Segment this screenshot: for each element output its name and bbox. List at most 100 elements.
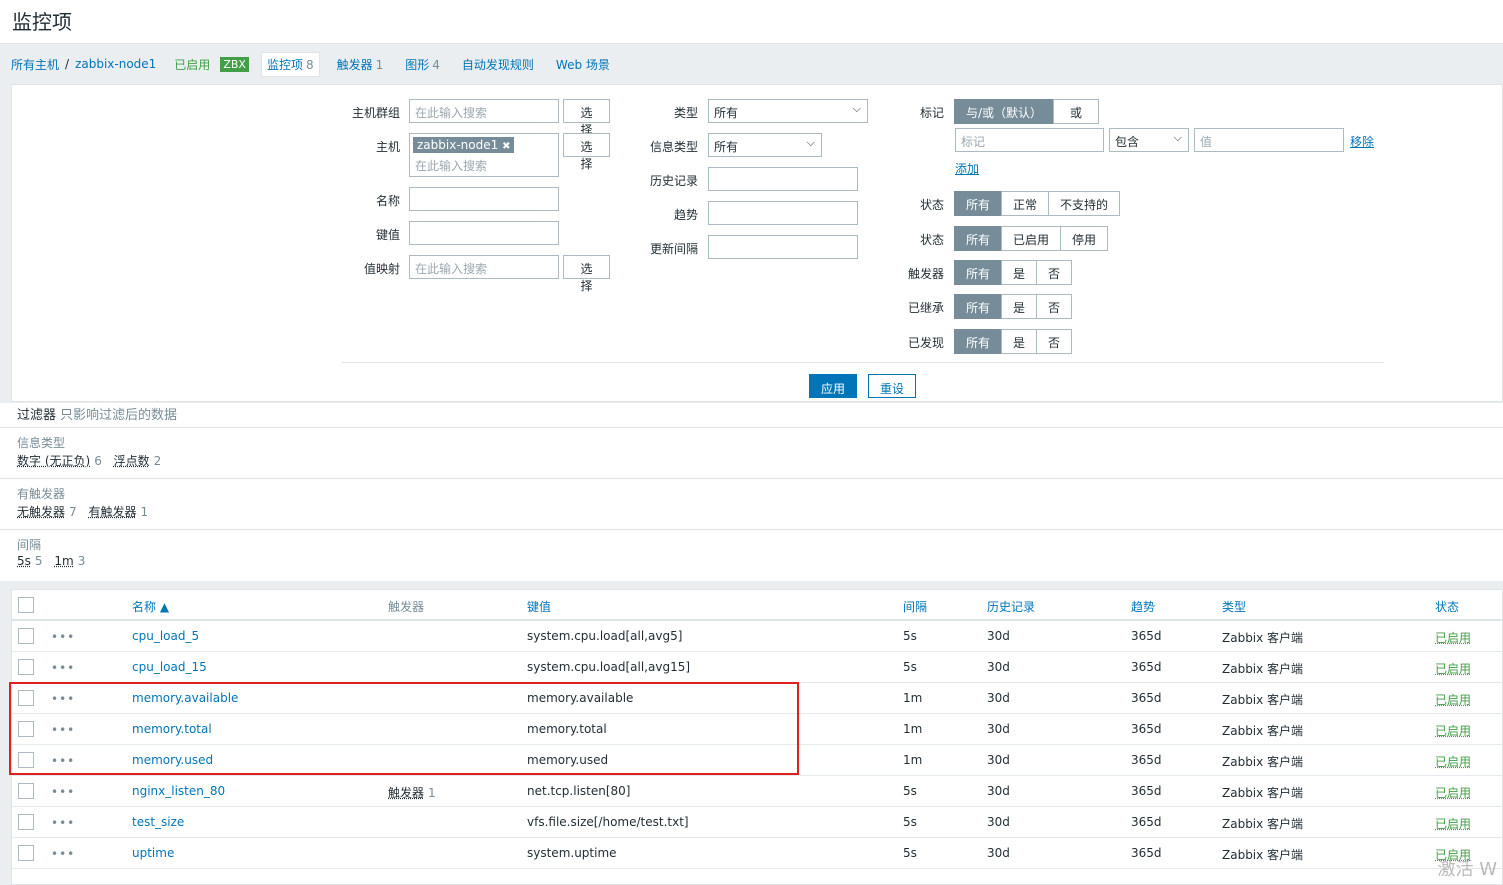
inherited-option-no[interactable]: 否 (1036, 294, 1073, 319)
item-status-link[interactable]: 已启用 (1435, 691, 1471, 708)
tab-web[interactable]: Web 场景 (551, 53, 615, 76)
item-status-link[interactable]: 已启用 (1435, 629, 1471, 646)
tags-andor-option[interactable]: 与/或（默认） (954, 99, 1055, 124)
interval-input[interactable] (708, 235, 858, 259)
col-type[interactable]: 类型 (1222, 598, 1246, 615)
host-group-select-button[interactable]: 选择 (563, 99, 610, 137)
valuemap-input[interactable]: 在此输入搜索 (409, 255, 559, 279)
tab-triggers[interactable]: 触发器 1 (332, 53, 389, 76)
row-menu-icon[interactable]: ••• (51, 693, 75, 705)
host-group-input[interactable]: 在此输入搜索 (409, 99, 559, 123)
trends-input[interactable] (708, 201, 858, 225)
host-chip-remove-icon[interactable]: ✖ (502, 141, 510, 152)
status-option-all[interactable]: 所有 (954, 226, 1003, 251)
row-checkbox[interactable] (18, 659, 34, 675)
row-menu-icon[interactable]: ••• (51, 848, 75, 860)
tab-web-label[interactable]: Web 场景 (556, 58, 610, 72)
triggers-option-no[interactable]: 否 (1036, 260, 1073, 285)
tag-operator-select[interactable]: 包含 ⌵ (1109, 128, 1189, 152)
row-menu-icon[interactable]: ••• (51, 631, 75, 643)
subfilter-value[interactable]: 有触发器 (88, 505, 136, 519)
item-name-link[interactable]: memory.available (132, 691, 238, 705)
key-input[interactable] (409, 221, 559, 245)
item-status-link[interactable]: 已启用 (1435, 660, 1471, 677)
tag-name-input[interactable]: 标记 (955, 128, 1104, 152)
item-history: 30d (987, 629, 1010, 643)
row-menu-icon[interactable]: ••• (51, 724, 75, 736)
subfilter-value[interactable]: 数字 (无正负) (17, 454, 90, 468)
item-name-link[interactable]: cpu_load_5 (132, 629, 199, 643)
item-triggers-link[interactable]: 触发器 (388, 786, 424, 800)
col-name[interactable]: 名称 ▲ (132, 598, 169, 615)
apply-button[interactable]: 应用 (809, 374, 857, 398)
tag-value-input[interactable]: 值 (1194, 128, 1344, 152)
col-interval[interactable]: 间隔 (903, 598, 927, 615)
status-option-enabled[interactable]: 已启用 (1001, 226, 1062, 251)
tag-remove-link[interactable]: 移除 (1350, 133, 1374, 150)
breadcrumb-all-hosts[interactable]: 所有主机 (11, 56, 59, 73)
state-option-normal[interactable]: 正常 (1001, 191, 1050, 216)
item-type: Zabbix 客户端 (1222, 662, 1304, 676)
item-name-link[interactable]: nginx_listen_80 (132, 784, 225, 798)
discovered-option-no[interactable]: 否 (1036, 329, 1073, 354)
col-history[interactable]: 历史记录 (987, 598, 1035, 615)
row-checkbox[interactable] (18, 628, 34, 644)
col-trends[interactable]: 趋势 (1131, 598, 1155, 615)
row-checkbox[interactable] (18, 721, 34, 737)
valuemap-select-button[interactable]: 选择 (563, 255, 610, 293)
item-name-link[interactable]: memory.total (132, 722, 212, 736)
tab-items[interactable]: 监控项 8 (260, 51, 320, 77)
tag-add-link[interactable]: 添加 (955, 160, 979, 177)
status-option-disabled[interactable]: 停用 (1060, 226, 1109, 251)
tab-discovery-label[interactable]: 自动发现规则 (462, 58, 534, 72)
info-type-select[interactable]: 所有 ⌵ (708, 133, 822, 157)
item-name-link[interactable]: memory.used (132, 753, 213, 767)
breadcrumb-host[interactable]: zabbix-node1 (75, 57, 156, 71)
col-key[interactable]: 键值 (527, 598, 551, 615)
triggers-option-yes[interactable]: 是 (1001, 260, 1038, 285)
state-option-unsupported[interactable]: 不支持的 (1048, 191, 1121, 216)
discovered-option-yes[interactable]: 是 (1001, 329, 1038, 354)
row-checkbox[interactable] (18, 814, 34, 830)
discovered-option-all[interactable]: 所有 (954, 329, 1003, 354)
row-checkbox[interactable] (18, 690, 34, 706)
host-status-enabled[interactable]: 已启用 (174, 56, 210, 73)
tab-graphs[interactable]: 图形 4 (400, 53, 445, 76)
tab-items-label[interactable]: 监控项 (267, 58, 303, 72)
inherited-option-yes[interactable]: 是 (1001, 294, 1038, 319)
tab-graphs-label[interactable]: 图形 (405, 58, 429, 72)
subfilter-value[interactable]: 浮点数 (114, 454, 150, 468)
item-status-link[interactable]: 已启用 (1435, 753, 1471, 770)
state-option-all[interactable]: 所有 (954, 191, 1003, 216)
item-status-link[interactable]: 已启用 (1435, 722, 1471, 739)
item-name-link[interactable]: cpu_load_15 (132, 660, 207, 674)
item-name-link[interactable]: test_size (132, 815, 184, 829)
row-menu-icon[interactable]: ••• (51, 786, 75, 798)
row-checkbox[interactable] (18, 752, 34, 768)
col-status[interactable]: 状态 (1435, 598, 1459, 615)
row-checkbox[interactable] (18, 845, 34, 861)
row-menu-icon[interactable]: ••• (51, 662, 75, 674)
tab-triggers-label[interactable]: 触发器 (337, 58, 373, 72)
item-status-link[interactable]: 已启用 (1435, 815, 1471, 832)
tags-or-option[interactable]: 或 (1053, 99, 1100, 124)
subfilter-value[interactable]: 5s (17, 554, 31, 568)
host-multiselect[interactable]: zabbix-node1 ✖ 在此输入搜索 (409, 133, 559, 177)
subfilter-value[interactable]: 1m (54, 554, 73, 568)
host-select-button[interactable]: 选择 (563, 133, 610, 171)
name-input[interactable] (409, 187, 559, 211)
row-menu-icon[interactable]: ••• (51, 755, 75, 767)
row-checkbox[interactable] (18, 783, 34, 799)
inherited-option-all[interactable]: 所有 (954, 294, 1003, 319)
type-select[interactable]: 所有 ⌵ (708, 99, 868, 123)
history-input[interactable] (708, 167, 858, 191)
subfilter-value[interactable]: 无触发器 (17, 505, 65, 519)
item-name-link[interactable]: uptime (132, 846, 174, 860)
triggers-option-all[interactable]: 所有 (954, 260, 1003, 285)
select-all-checkbox[interactable] (18, 597, 34, 613)
tab-discovery[interactable]: 自动发现规则 (457, 53, 539, 76)
row-menu-icon[interactable]: ••• (51, 817, 75, 829)
item-status-link[interactable]: 已启用 (1435, 784, 1471, 801)
reset-button[interactable]: 重设 (868, 374, 916, 398)
host-group-label: 主机群组 (351, 106, 400, 120)
